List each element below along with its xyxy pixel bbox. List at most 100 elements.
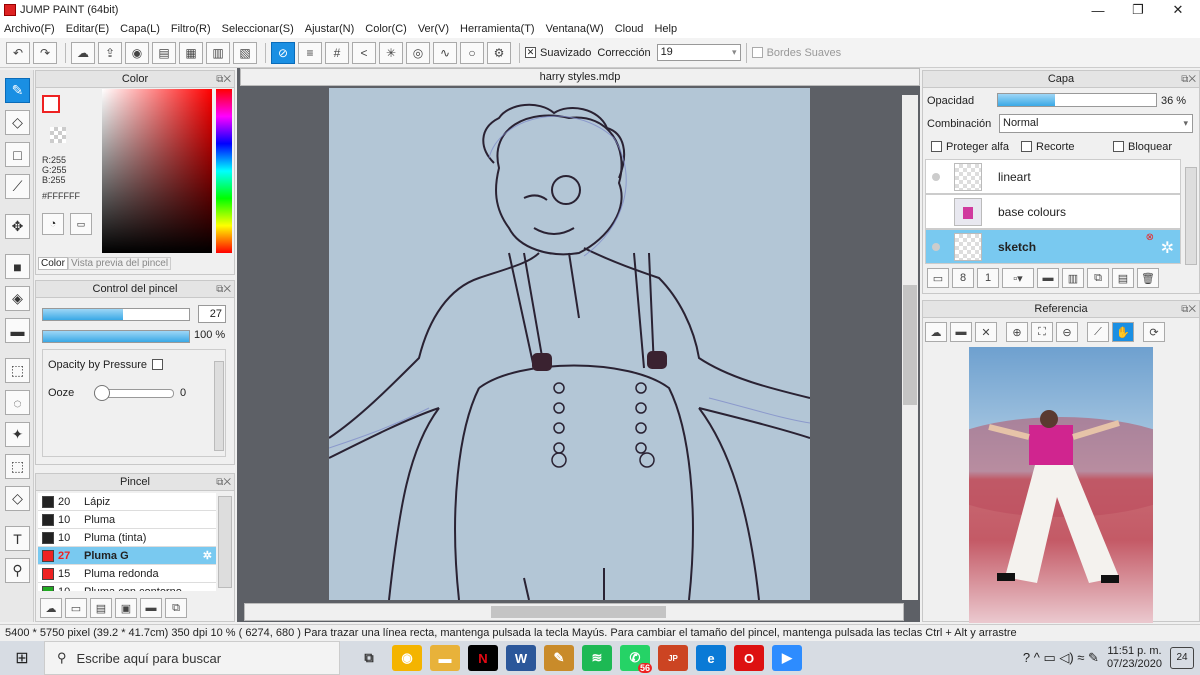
zoom-in-icon[interactable]: ⊕: [1006, 322, 1028, 342]
brush-row[interactable]: 10Pluma con contorno: [38, 583, 216, 591]
layer-visibility-icon[interactable]: [932, 172, 940, 181]
add-brush-icon[interactable]: ▭: [65, 598, 87, 618]
background-color-swatch[interactable]: [50, 127, 66, 143]
brush-list-scrollbar[interactable]: [218, 496, 232, 588]
snap-radial-icon[interactable]: ✳: [379, 41, 403, 64]
magic-wand-tool-icon[interactable]: ✦: [5, 422, 30, 447]
windows-start-icon[interactable]: ⊞: [0, 641, 44, 675]
text-tool-icon[interactable]: T: [5, 526, 30, 551]
open-folder-icon[interactable]: ▬: [950, 322, 972, 342]
duplicate-layer-icon[interactable]: ⧉: [1087, 268, 1109, 288]
gradient-tool-icon[interactable]: ▬: [5, 318, 30, 343]
canvas-vertical-scrollbar[interactable]: [902, 95, 918, 600]
snap-off-icon[interactable]: ⊘: [271, 41, 295, 64]
layout-icon[interactable]: ▧: [233, 41, 257, 64]
document-tab[interactable]: harry styles.mdp: [240, 68, 920, 86]
panel-close-icon[interactable]: ⧉✕: [216, 72, 231, 88]
menu-ventana[interactable]: Ventana(W): [546, 23, 604, 35]
menu-cloud[interactable]: Cloud: [615, 23, 644, 35]
palette-icon[interactable]: ◔: [42, 213, 64, 235]
whatsapp-icon[interactable]: ✆ 56: [620, 645, 652, 673]
menu-capa[interactable]: Capa(L): [120, 23, 160, 35]
eraser-tool-icon[interactable]: ◇: [5, 110, 30, 135]
document-icon[interactable]: ▦: [179, 41, 203, 64]
select-rect-tool-icon[interactable]: ⬚: [5, 358, 30, 383]
eyedropper-tool-icon[interactable]: ⚲: [5, 558, 30, 583]
brush-opacity-slider[interactable]: [42, 330, 190, 343]
select-eraser-tool-icon[interactable]: ◇: [5, 486, 30, 511]
comment-icon[interactable]: ▤: [152, 41, 176, 64]
ooze-slider-thumb[interactable]: [94, 385, 110, 401]
brush-folder-icon[interactable]: ▬: [140, 598, 162, 618]
brush-settings-icon[interactable]: ▤: [90, 598, 112, 618]
panel-close-icon[interactable]: ⧉✕: [1181, 72, 1196, 88]
zoom-out-icon[interactable]: ⊖: [1056, 322, 1078, 342]
layer-visibility-icon[interactable]: [932, 242, 940, 251]
file-explorer-icon[interactable]: ▬: [430, 645, 460, 671]
menu-herramienta[interactable]: Herramienta(T): [460, 23, 535, 35]
task-view-icon[interactable]: ⧉: [354, 645, 384, 671]
new-layer-1bit-icon[interactable]: 1: [977, 268, 999, 288]
brush-row[interactable]: 27 Pluma G ✲: [38, 547, 216, 565]
brush-row[interactable]: 15 Pluma redonda: [38, 565, 216, 583]
layer-list-scrollbar[interactable]: [1185, 167, 1197, 265]
menu-seleccionar[interactable]: Seleccionar(S): [222, 23, 294, 35]
menu-archivo[interactable]: Archivo(F): [4, 23, 55, 35]
move-tool-icon[interactable]: ✥: [5, 214, 30, 239]
layer-properties-icon[interactable]: ▤: [1112, 268, 1134, 288]
options-scrollbar[interactable]: [214, 361, 224, 451]
tab-color[interactable]: Color: [38, 257, 68, 270]
snap-parallel-icon[interactable]: ≡: [298, 41, 322, 64]
trash-icon[interactable]: 🗑: [1137, 268, 1159, 288]
menu-ver[interactable]: Ver(V): [418, 23, 449, 35]
redo-icon[interactable]: ↷: [33, 41, 57, 64]
smoothing-checkbox[interactable]: ✕: [525, 47, 536, 58]
tab-brush-preview[interactable]: Vista previa del pincel: [68, 257, 172, 270]
brush-row[interactable]: 20 Lápiz: [38, 493, 216, 511]
new-layer-icon[interactable]: ▭: [927, 268, 949, 288]
new-layer-8bit-icon[interactable]: 8: [952, 268, 974, 288]
new-folder-icon[interactable]: ▬: [1037, 268, 1059, 288]
menu-editar[interactable]: Editar(E): [66, 23, 109, 35]
lasso-tool-icon[interactable]: ◌: [5, 390, 30, 415]
gear-icon[interactable]: ✲: [203, 549, 212, 562]
blend-mode-select[interactable]: Normal ▾: [999, 114, 1193, 133]
drawing-canvas[interactable]: [329, 88, 810, 600]
spotify-icon[interactable]: ≋: [582, 645, 612, 671]
jump-paint-icon[interactable]: JP: [658, 645, 688, 671]
brush-size-value[interactable]: 27: [198, 305, 226, 323]
eyedropper-icon[interactable]: ⟋: [1087, 322, 1109, 342]
taskbar-search-box[interactable]: ⚲ Escribe aquí para buscar: [44, 641, 340, 675]
brush-tool-icon[interactable]: ✎: [5, 78, 30, 103]
notification-icon[interactable]: 24: [1170, 647, 1194, 669]
netflix-icon[interactable]: N: [468, 645, 498, 671]
snap-grid-icon[interactable]: #: [325, 41, 349, 64]
system-tray-icons[interactable]: ? ^ ▭ ◁) ≈ ✎: [1023, 650, 1099, 666]
brush-duplicate-icon[interactable]: ⧉: [165, 598, 187, 618]
line-tool-icon[interactable]: ⟋: [5, 174, 30, 199]
protect-alpha-checkbox[interactable]: [931, 141, 942, 152]
fill-rect-tool-icon[interactable]: ■: [5, 254, 30, 279]
layer-row[interactable]: lineart: [925, 159, 1181, 194]
cloud-icon[interactable]: ☁: [925, 322, 947, 342]
correction-select[interactable]: 19 ▾: [656, 44, 741, 61]
snap-settings-icon[interactable]: ⚙: [487, 41, 511, 64]
saturation-value-picker[interactable]: [102, 89, 212, 253]
menu-ajustar[interactable]: Ajustar(N): [305, 23, 355, 35]
hand-icon[interactable]: ✋: [1112, 322, 1134, 342]
minimize-button[interactable]: —: [1078, 0, 1118, 20]
maximize-button[interactable]: ❐: [1118, 0, 1158, 20]
layer-row-selected[interactable]: sketch ⊗ ✲: [925, 229, 1181, 264]
soft-edges-checkbox[interactable]: [751, 47, 763, 58]
color-history-icon[interactable]: ▭: [70, 213, 92, 235]
grid-icon[interactable]: ▥: [206, 41, 230, 64]
gear-icon[interactable]: ✲: [1161, 238, 1174, 258]
close-reference-icon[interactable]: ✕: [975, 322, 997, 342]
shape-tool-icon[interactable]: □: [5, 142, 30, 167]
foreground-color-swatch[interactable]: [42, 95, 60, 113]
panel-close-icon[interactable]: ⧉✕: [1181, 302, 1196, 318]
zoom-icon[interactable]: ▶: [772, 645, 802, 671]
close-window-button[interactable]: ✕: [1158, 0, 1198, 20]
panel-close-icon[interactable]: ⧉✕: [216, 475, 231, 491]
snap-ellipse-icon[interactable]: ○: [460, 41, 484, 64]
